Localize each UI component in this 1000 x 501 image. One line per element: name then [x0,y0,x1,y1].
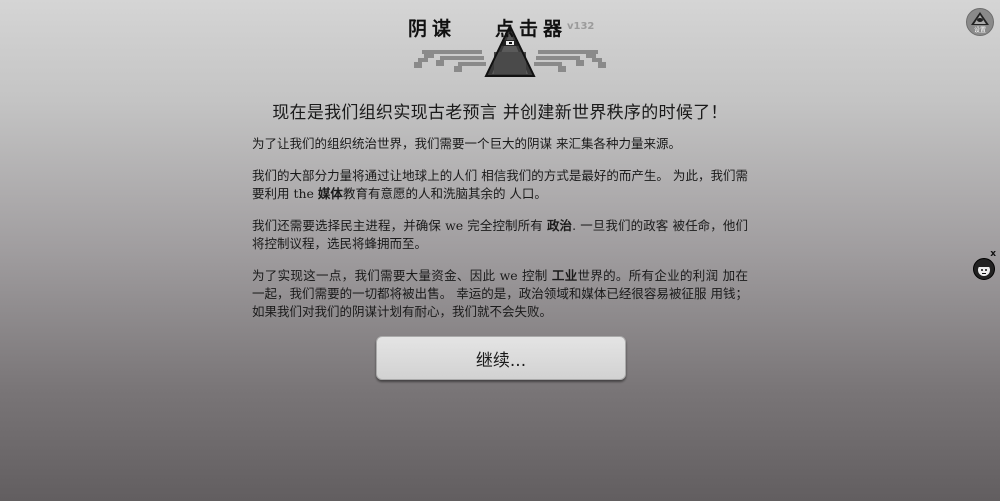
story-paragraph-3: 我们还需要选择民主进程，并确保 we 完全控制所有 政治. 一旦我们的政客 被任… [252,218,748,251]
game-logo: 阴谋 点击器 v132 [400,8,610,78]
story-paragraph-1: 为了让我们的组织统治世界，我们需要一个巨大的阴谋 来汇集各种力量来源。 [252,136,681,151]
story-paragraph-4: 为了实现这一点，我们需要大量资金、因此 we 控制 工业世界的。所有企业的利润 … [252,268,748,319]
pyramid-eye-icon [971,12,989,25]
logo-title-left: 阴谋 [408,18,457,40]
story-paragraph-2: 我们的大部分力量将通过让地球上的人们 相信我们的方式是最好的而产生。 为此，我们… [252,168,748,201]
advisor-avatar-button[interactable] [973,258,995,280]
keyword-industry: 工业 [551,268,578,283]
continue-button[interactable]: 继续... [376,336,626,380]
logo-title-right: 点击器 [495,18,568,40]
story-panel: 现在是我们组织实现古老预言 并创建新世界秩序的时候了！ 为了让我们的组织统治世界… [252,98,748,335]
settings-button[interactable]: 设置 [966,8,994,36]
keyword-politics: 政治 [546,218,573,233]
version-label: v132 [567,21,595,32]
face-icon [978,262,990,276]
close-icon[interactable]: x [990,249,996,259]
settings-label: 设置 [973,27,986,34]
keyword-media: 媒体 [317,186,343,201]
story-headline: 现在是我们组织实现古老预言 并创建新世界秩序的时候了！ [272,103,728,123]
